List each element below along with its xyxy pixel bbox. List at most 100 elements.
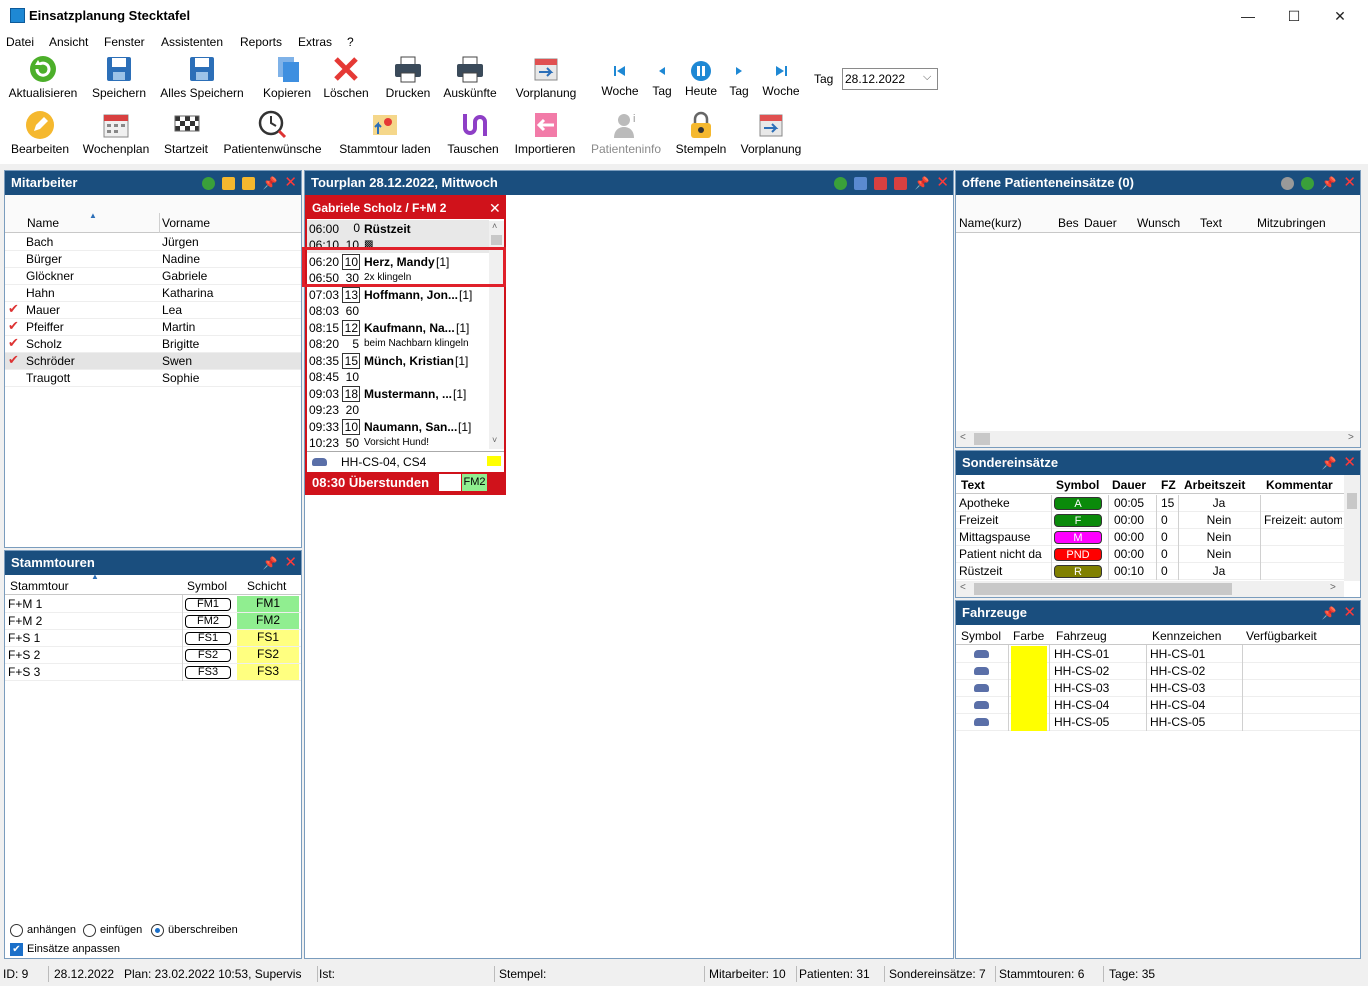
col-dauer[interactable]: Dauer [1084, 216, 1117, 230]
col-verfuegbarkeit[interactable]: Verfügbarkeit [1246, 629, 1317, 643]
close-window-button[interactable]: ✕ [1330, 6, 1350, 26]
globe-icon[interactable] [834, 176, 848, 190]
col-text[interactable]: Text [1200, 216, 1222, 230]
col-fz[interactable]: FZ [1161, 478, 1176, 492]
tauschen-button[interactable]: Tauschen [444, 110, 502, 156]
startzeit-button[interactable]: Startzeit [161, 110, 211, 156]
stempeln-button[interactable]: Stempeln [673, 110, 729, 156]
col-fahrzeug[interactable]: Fahrzeug [1056, 629, 1107, 643]
patienteninfo-button[interactable]: i Patienteninfo [588, 110, 664, 156]
importieren-button[interactable]: Importieren [510, 110, 580, 156]
pin-icon[interactable]: 📌 [1321, 171, 1336, 195]
close-icon[interactable]: ✕ [489, 197, 501, 219]
anhaengen-radio[interactable] [10, 924, 23, 937]
table-row[interactable]: F+S 1 FS1 FS1 [5, 630, 301, 647]
minimize-button[interactable]: — [1238, 6, 1258, 26]
kopieren-button[interactable]: Kopieren [261, 54, 313, 100]
grid-icon[interactable] [874, 176, 888, 190]
col-symbol[interactable]: Symbol [1056, 478, 1099, 492]
einfuegen-radio[interactable] [83, 924, 96, 937]
col-schicht[interactable]: Schicht [247, 579, 286, 593]
columns-icon[interactable] [854, 176, 868, 190]
col-stammtour[interactable]: Stammtour [10, 579, 69, 593]
table-row[interactable]: Bürger Nadine [5, 251, 301, 268]
col-name[interactable]: Name [27, 216, 59, 230]
col-symbol[interactable]: Symbol [961, 629, 1001, 643]
menu-help[interactable]: ? [347, 35, 354, 49]
col-kennzeichen[interactable]: Kennzeichen [1152, 629, 1221, 643]
date-picker[interactable]: 28.12.2022 ⌵ [842, 68, 938, 90]
tour-entry[interactable]: 08:15 12 Kaufmann, Na... 08:20 5 beim Nachbar… [307, 319, 489, 352]
table-row[interactable]: Mittagspause M 00:00 0 Nein [956, 529, 1344, 546]
close-panel-icon[interactable]: ✕ [1343, 451, 1356, 475]
table-row[interactable]: F+M 2 FM2 FM2 [5, 613, 301, 630]
table-row[interactable]: Bach Jürgen [5, 234, 301, 251]
add-icon[interactable] [1301, 176, 1315, 190]
col-vorname[interactable]: Vorname [162, 216, 210, 230]
table-row[interactable]: Freizeit F 00:00 0 Nein Freizeit: autom [956, 512, 1344, 529]
folder-open-icon[interactable] [222, 176, 236, 190]
vorplanung2-button[interactable]: Vorplanung [738, 110, 804, 156]
day-back-button[interactable]: Tag [650, 60, 674, 98]
loeschen-button[interactable]: Löschen [322, 54, 370, 100]
sonder-hscrollbar[interactable]: ˂ ˃ [956, 581, 1344, 597]
col-wunsch[interactable]: Wunsch [1137, 216, 1180, 230]
pin-icon[interactable]: 📌 [262, 551, 277, 575]
close-panel-icon[interactable]: ✕ [1343, 601, 1356, 625]
stammtour-laden-button[interactable]: Stammtour laden [334, 110, 436, 156]
col-kommentar[interactable]: Kommentar [1266, 478, 1333, 492]
aktualisieren-button[interactable]: Aktualisieren [6, 54, 80, 100]
einsaetze-anpassen-checkbox[interactable]: ✔ [10, 943, 23, 956]
today-button[interactable]: Heute [683, 60, 719, 98]
pin-icon[interactable]: 📌 [1321, 451, 1336, 475]
table-row[interactable]: HH-CS-01 HH-CS-01 [956, 646, 1360, 663]
table-row[interactable]: F+M 1 FM1 FM1 [5, 596, 301, 613]
week-back-button[interactable]: Woche [600, 60, 640, 98]
globe-icon[interactable] [1281, 176, 1295, 190]
ueberschreiben-radio[interactable] [151, 924, 164, 937]
sonder-vscrollbar[interactable] [1344, 475, 1360, 581]
menu-fenster[interactable]: Fenster [104, 35, 145, 49]
tour-entry[interactable]: 08:35 15 Münch, Kristian 08:45 10 [1] [307, 352, 489, 385]
patientenwuensche-button[interactable]: Patientenwünsche [220, 110, 325, 156]
tour-entry[interactable]: 09:33 10 Naumann, San... 10:23 50 Vorsicht Hu… [307, 418, 489, 450]
table-row[interactable]: Traugott Sophie [5, 370, 301, 387]
col-text[interactable]: Text [961, 478, 985, 492]
maximize-button[interactable]: ☐ [1284, 6, 1304, 26]
menu-ansicht[interactable]: Ansicht [49, 35, 88, 49]
col-symbol[interactable]: Symbol [187, 579, 227, 593]
close-panel-icon[interactable]: ✕ [284, 551, 297, 575]
table-row[interactable]: ✔ Scholz Brigitte [5, 335, 301, 353]
table-row[interactable]: Patient nicht da PND 00:00 0 Nein [956, 546, 1344, 563]
pin-icon[interactable]: 📌 [914, 171, 929, 195]
close-panel-icon[interactable]: ✕ [936, 171, 949, 195]
table-row[interactable]: Glöckner Gabriele [5, 268, 301, 285]
folder-icon[interactable] [242, 176, 256, 190]
day-forward-button[interactable]: Tag [727, 60, 751, 98]
table-row[interactable]: HH-CS-02 HH-CS-02 [956, 663, 1360, 680]
bearbeiten-button[interactable]: Bearbeiten [8, 110, 72, 156]
col-bes[interactable]: Bes [1058, 216, 1079, 230]
wochenplan-button[interactable]: Wochenplan [80, 110, 152, 156]
week-forward-button[interactable]: Woche [760, 60, 802, 98]
globe-icon[interactable] [202, 176, 216, 190]
pin-icon[interactable]: 📌 [262, 171, 277, 195]
table-row[interactable]: ✔ Mauer Lea [5, 301, 301, 319]
menu-assistenten[interactable]: Assistenten [161, 35, 223, 49]
auskuenfte-button[interactable]: Auskünfte [442, 54, 498, 100]
col-arbeitszeit[interactable]: Arbeitszeit [1184, 478, 1245, 492]
table-row[interactable]: ✔ Schröder Swen [5, 352, 301, 370]
pin-icon[interactable]: 📌 [1321, 601, 1336, 625]
table-row[interactable]: Rüstzeit R 00:10 0 Ja [956, 563, 1344, 580]
alles-speichern-button[interactable]: Alles Speichern [157, 54, 247, 100]
menu-extras[interactable]: Extras [298, 35, 332, 49]
table-row[interactable]: HH-CS-04 HH-CS-04 [956, 697, 1360, 714]
menu-reports[interactable]: Reports [240, 35, 282, 49]
close-panel-icon[interactable]: ✕ [1343, 171, 1356, 195]
col-mitzubringen[interactable]: Mitzubringen [1257, 216, 1326, 230]
col-farbe[interactable]: Farbe [1013, 629, 1044, 643]
table-row[interactable]: HH-CS-03 HH-CS-03 [956, 680, 1360, 697]
table-row[interactable]: ✔ Pfeiffer Martin [5, 318, 301, 336]
close-panel-icon[interactable]: ✕ [284, 171, 297, 195]
col-name-kurz[interactable]: Name(kurz) [959, 216, 1022, 230]
